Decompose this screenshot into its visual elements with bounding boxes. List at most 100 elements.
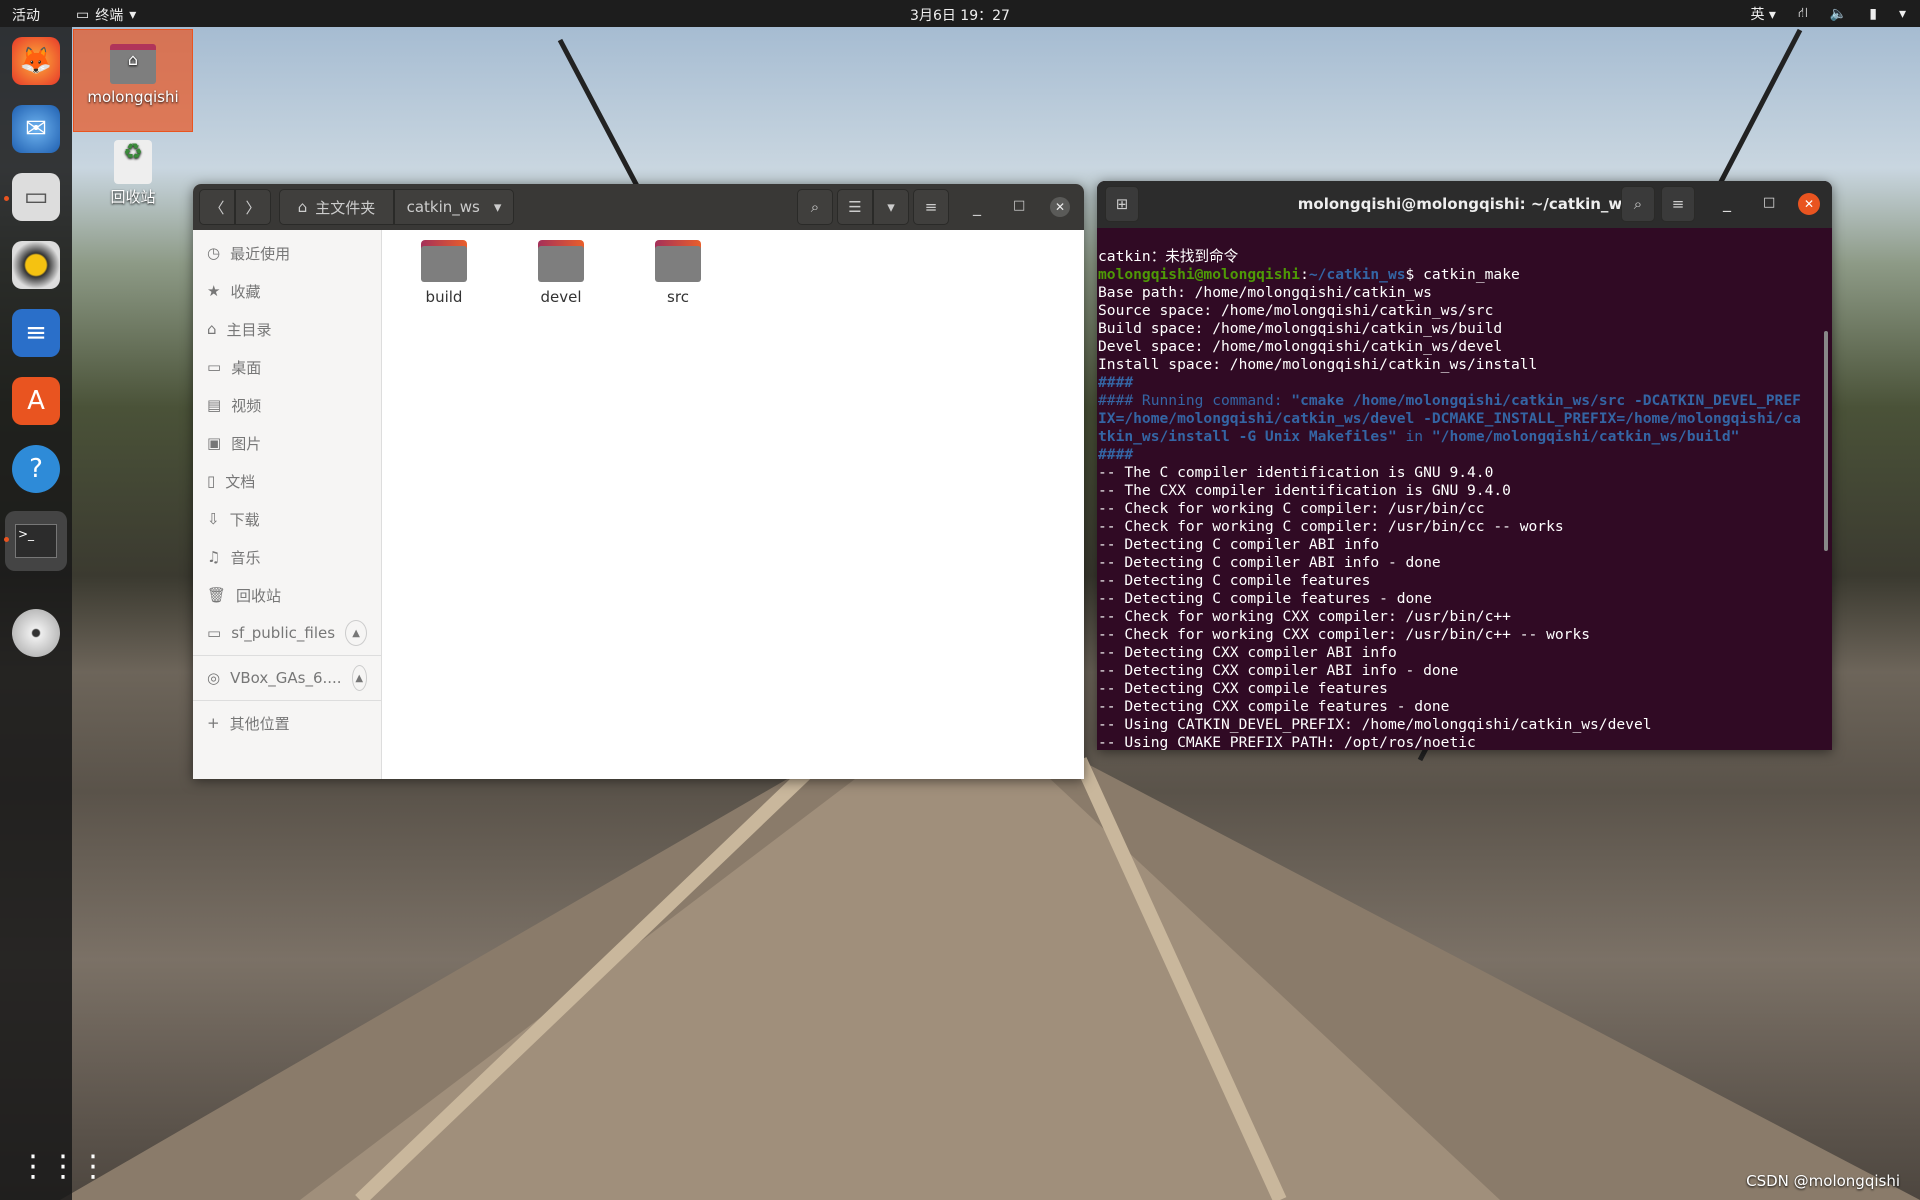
search-button[interactable]: ⌕ [797,189,833,225]
top-bar: 活动 ▭ 终端 ▾ 3月6日 19：27 英 ▾ ⛙ 🔈 ▮ ▾ [0,0,1920,27]
battery-icon[interactable]: ▮ [1869,6,1877,22]
terminal-prompt-line: molongqishi@molongqishi:~/catkin_ws$ cat… [1098,266,1520,283]
image-icon: ▣ [207,434,222,452]
rhythmbox-icon[interactable] [12,241,60,289]
close-button[interactable]: ✕ [1050,197,1070,217]
terminal-line: Devel space: /home/molongqishi/catkin_ws… [1098,338,1503,355]
sidebar-item-label: 文档 [225,472,256,491]
sidebar-device-sf-public-files[interactable]: ▭ sf_public_files ▲ [193,614,381,652]
search-button[interactable]: ⌕ [1621,186,1655,222]
sidebar-item-home[interactable]: ⌂ 主目录 [193,310,381,348]
sidebar: ◷ 最近使用 ★ 收藏 ⌂ 主目录 ▭ 桌面 ▤ 视频 ▣ 图片 ▯ 文档 ⇩ 下载 ♫ 音乐 🗑… [193,230,382,779]
terminal-line: -- Using CATKIN_DEVEL_PREFIX: /home/molo… [1098,716,1652,733]
prompt-user: molongqishi@molongqishi [1098,266,1301,283]
home-icon: ⌂ [297,198,308,216]
sidebar-item-pictures[interactable]: ▣ 图片 [193,424,381,462]
sidebar-item-label: 下载 [229,510,260,529]
network-icon[interactable]: ⛙ [1798,5,1808,23]
terminal-running-line: #### Running command: "cmake /home/molon… [1098,392,1831,410]
sidebar-item-label: 收藏 [230,282,261,301]
running-cmd: "cmake /home/molongqishi/catkin_ws/src -… [1291,392,1801,409]
hamburger-icon: ≡ [924,198,938,216]
sidebar-item-label: 主目录 [226,320,272,339]
terminal-icon[interactable]: >_ [5,511,67,571]
minimize-button[interactable]: _ [973,197,981,216]
breadcrumb-current-label: catkin_ws [406,198,480,216]
minimize-button[interactable]: _ [1723,193,1731,212]
sidebar-item-label: 视频 [231,396,262,415]
sidebar-item-downloads[interactable]: ⇩ 下载 [193,500,381,538]
terminal-title: molongqishi@molongqishi: ~/catkin_ws [1297,195,1632,213]
trash-icon: ♻ [114,140,152,184]
maximize-button[interactable]: □ [1013,198,1025,213]
volume-icon[interactable]: 🔈 [1830,6,1847,22]
hamburger-icon: ≡ [1671,195,1685,213]
terminal-line: catkin：未找到命令 [1098,248,1239,265]
sidebar-item-recent[interactable]: ◷ 最近使用 [193,234,381,272]
software-center-icon[interactable]: A [12,377,60,425]
close-button[interactable]: ✕ [1798,193,1820,215]
breadcrumb-home[interactable]: ⌂ 主文件夹 [279,189,394,225]
terminal-output[interactable]: catkin：未找到命令 molongqishi@molongqishi:~/ca… [1097,228,1832,750]
system-tray[interactable]: 英 ▾ ⛙ 🔈 ▮ ▾ [1750,4,1906,24]
folder-item[interactable]: src [628,240,728,306]
scrollbar[interactable] [1824,331,1828,551]
thunderbird-icon[interactable]: ✉ [12,105,60,153]
sidebar-item-label: 桌面 [231,358,262,377]
desktop-icon-home[interactable]: ⌂ molongqishi [73,29,193,132]
eject-icon[interactable]: ▲ [351,665,367,691]
sidebar-device-vbox[interactable]: ◎ VBox_GAs_6.... ▲ [193,659,381,697]
terminal-line: -- Check for working CXX compiler: /usr/… [1098,608,1511,625]
sidebar-item-other-locations[interactable]: + 其他位置 [193,704,381,742]
terminal-line: #### [1098,446,1134,463]
terminal-headerbar: ⊞ molongqishi@molongqishi: ~/catkin_ws ⌕… [1097,181,1832,228]
chevron-down-icon[interactable]: ▾ [1899,6,1906,22]
sidebar-item-label: 回收站 [236,586,282,605]
disc-icon: ◎ [207,669,221,687]
eject-icon[interactable]: ▲ [345,620,367,646]
download-icon: ⇩ [207,510,220,528]
folder-item[interactable]: devel [511,240,611,306]
music-icon: ♫ [207,548,221,566]
sidebar-item-videos[interactable]: ▤ 视频 [193,386,381,424]
firefox-icon[interactable]: 🦊 [12,37,60,85]
folder-item[interactable]: build [394,240,494,306]
sidebar-item-desktop[interactable]: ▭ 桌面 [193,348,381,386]
sidebar-item-trash[interactable]: 🗑 回收站 [193,576,381,614]
desktop-icon-trash[interactable]: ♻ 回收站 [93,140,173,207]
breadcrumb-home-label: 主文件夹 [315,198,376,217]
terminal-line: Install space: /home/molongqishi/catkin_… [1098,356,1538,373]
input-method[interactable]: 英 [1750,7,1764,23]
folder-icon [655,240,701,282]
menu-button[interactable]: ≡ [913,189,949,225]
help-icon[interactable]: ? [12,445,60,493]
sidebar-item-music[interactable]: ♫ 音乐 [193,538,381,576]
terminal-line: -- Detecting C compile features - done [1098,590,1432,607]
terminal-line: -- Check for working C compiler: /usr/bi… [1098,518,1564,535]
watermark: CSDN @molongqishi [1746,1172,1900,1190]
files-icon[interactable]: ▭ [12,173,60,221]
video-icon: ▤ [207,396,222,414]
menu-button[interactable]: ≡ [1661,186,1695,222]
clock[interactable]: 3月6日 19：27 [0,5,1920,25]
dvd-icon[interactable] [12,609,60,657]
breadcrumb-current[interactable]: catkin_ws ▾ [394,189,514,225]
chevron-down-icon: ▾ [887,198,895,216]
maximize-button[interactable]: □ [1763,195,1775,210]
sidebar-item-documents[interactable]: ▯ 文档 [193,462,381,500]
folder-icon [421,240,467,282]
sidebar-item-label: VBox_GAs_6.... [230,669,342,687]
forward-button[interactable]: 〉 [235,189,271,225]
sidebar-item-label: sf_public_files [231,624,336,642]
running-in: in [1396,428,1432,445]
terminal-line: -- Check for working C compiler: /usr/bi… [1098,500,1485,517]
view-options-button[interactable]: ▾ [873,189,909,225]
show-apps-icon[interactable]: ⋮⋮⋮ [18,1149,108,1184]
sidebar-item-starred[interactable]: ★ 收藏 [193,272,381,310]
back-button[interactable]: 〈 [199,189,235,225]
writer-icon[interactable]: ≡ [12,309,60,357]
search-icon: ⌕ [810,198,820,216]
home-folder-icon: ⌂ [110,44,156,84]
prompt-path: ~/catkin_ws [1308,266,1406,283]
view-list-button[interactable]: ☰ [837,189,873,225]
